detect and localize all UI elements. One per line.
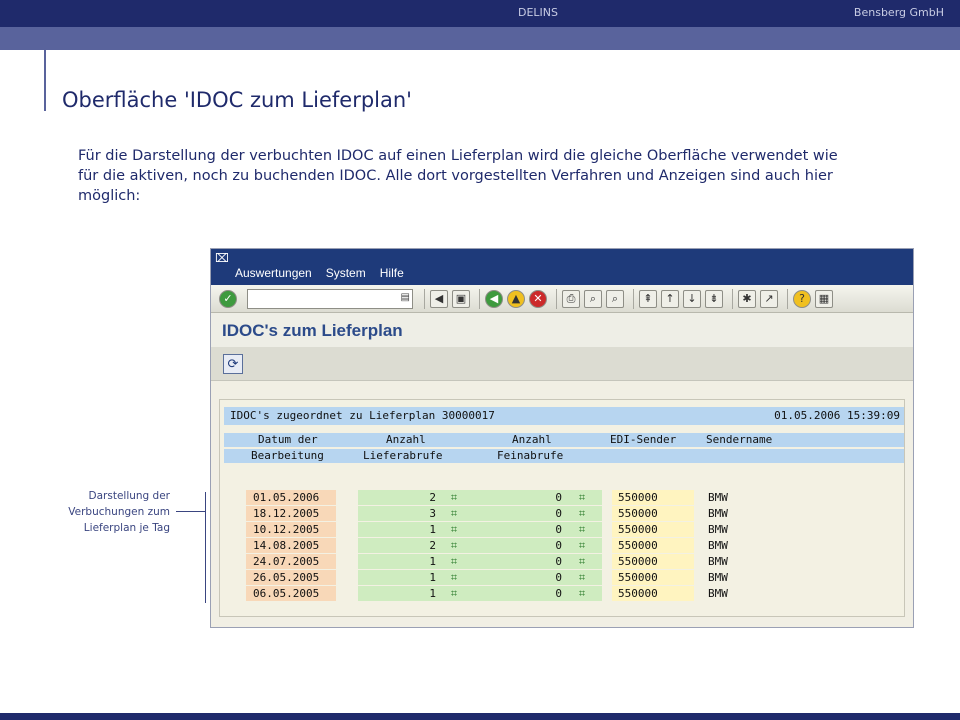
idoc-detail-icon[interactable]: ⌗ xyxy=(446,538,462,553)
command-input[interactable] xyxy=(248,292,396,311)
menu-auswertungen[interactable]: Auswertungen xyxy=(235,266,312,280)
command-field[interactable]: ▤ xyxy=(247,288,413,311)
col-edi-sender: EDI-Sender xyxy=(610,433,677,446)
row-edi-sender[interactable]: 550000 xyxy=(612,506,694,521)
find-next-icon[interactable]: ⌕ xyxy=(606,289,624,308)
note-connector xyxy=(176,511,206,512)
row-edi-sender[interactable]: 550000 xyxy=(612,538,694,553)
row-lieferabrufe[interactable]: 2 xyxy=(358,490,486,505)
row-sendername[interactable]: BMW xyxy=(708,522,768,537)
idoc-detail-icon[interactable]: ⌗ xyxy=(446,490,462,505)
side-note: Darstellung der Verbuchungen zum Lieferp… xyxy=(68,490,170,534)
menu-system[interactable]: System xyxy=(326,266,366,280)
refresh-icon[interactable]: ⟳ xyxy=(223,354,243,374)
previous-page-icon[interactable]: ↑ xyxy=(661,289,679,308)
row-edi-sender[interactable]: 550000 xyxy=(612,570,694,585)
company-name: Bensberg GmbH xyxy=(853,6,944,19)
col-anzahl-1: Anzahl xyxy=(386,433,426,446)
idoc-detail-icon[interactable]: ⌗ xyxy=(446,522,462,537)
decor-line xyxy=(44,27,46,111)
idoc-detail-icon[interactable]: ⌗ xyxy=(574,506,590,521)
exit-icon[interactable]: ▲ xyxy=(507,289,525,308)
col-feinabrufe: Feinabrufe xyxy=(497,449,564,462)
row-lieferabrufe[interactable]: 2 xyxy=(358,538,486,553)
row-date[interactable]: 10.12.2005 xyxy=(246,522,336,537)
header-label: DELINS xyxy=(517,6,558,19)
system-menu-icon[interactable]: ⌧ xyxy=(215,251,229,265)
row-lieferabrufe[interactable]: 1 xyxy=(358,554,486,569)
idoc-list: IDOC's zugeordnet zu Lieferplan 30000017… xyxy=(219,399,905,617)
idoc-detail-icon[interactable]: ⌗ xyxy=(446,570,462,585)
col-datum: Datum der xyxy=(258,433,318,446)
cancel-icon[interactable]: ✕ xyxy=(529,289,547,308)
column-header-row-2 xyxy=(224,449,904,463)
row-sendername[interactable]: BMW xyxy=(708,538,768,553)
row-lieferabrufe[interactable]: 1 xyxy=(358,522,486,537)
first-page-icon[interactable]: ⇞ xyxy=(639,289,657,308)
row-edi-sender[interactable]: 550000 xyxy=(612,554,694,569)
col-lieferabrufe: Lieferabrufe xyxy=(363,449,443,462)
save-icon[interactable]: ▣ xyxy=(452,289,470,308)
row-date[interactable]: 06.05.2005 xyxy=(246,586,336,601)
shortcut-icon[interactable]: ↗ xyxy=(760,289,778,308)
screen-title: IDOC's zum Lieferplan xyxy=(222,321,403,340)
sap-menu: Auswertungen System Hilfe xyxy=(235,266,404,280)
note-bracket xyxy=(205,492,206,603)
next-page-icon[interactable]: ↓ xyxy=(683,289,701,308)
idoc-detail-icon[interactable]: ⌗ xyxy=(574,586,590,601)
column-header-row-1 xyxy=(224,433,904,447)
bottom-bar xyxy=(0,713,960,720)
enter-check-icon[interactable]: ✓ xyxy=(219,289,237,308)
new-session-icon[interactable]: ✱ xyxy=(738,289,756,308)
list-header: IDOC's zugeordnet zu Lieferplan 30000017… xyxy=(224,407,904,425)
col-anzahl-2: Anzahl xyxy=(512,433,552,446)
slide-title: Oberfläche 'IDOC zum Lieferplan' xyxy=(62,88,412,112)
list-header-timestamp: 01.05.2006 15:39:09 xyxy=(774,409,900,422)
row-date[interactable]: 18.12.2005 xyxy=(246,506,336,521)
idoc-detail-icon[interactable]: ⌗ xyxy=(574,570,590,585)
sap-window: ⌧ Auswertungen System Hilfe ✓ ▤ ◀ ▣ ◀ ▲ … xyxy=(210,248,914,628)
row-lieferabrufe[interactable]: 1 xyxy=(358,570,486,585)
row-date[interactable]: 24.07.2005 xyxy=(246,554,336,569)
row-sendername[interactable]: BMW xyxy=(708,506,768,521)
sap-toolbar: ✓ ▤ ◀ ▣ ◀ ▲ ✕ ⎙ ⌕ ⌕ ⇞ ↑ ↓ ⇟ ✱ ↗ ? ▦ xyxy=(211,285,913,313)
back-icon[interactable]: ◀ xyxy=(485,289,503,308)
command-history-icon[interactable]: ▤ xyxy=(401,292,410,303)
last-page-icon[interactable]: ⇟ xyxy=(705,289,723,308)
idoc-detail-icon[interactable]: ⌗ xyxy=(446,506,462,521)
row-edi-sender[interactable]: 550000 xyxy=(612,522,694,537)
row-sendername[interactable]: BMW xyxy=(708,570,768,585)
row-sendername[interactable]: BMW xyxy=(708,554,768,569)
idoc-detail-icon[interactable]: ⌗ xyxy=(574,554,590,569)
row-sendername[interactable]: BMW xyxy=(708,586,768,601)
idoc-detail-icon[interactable]: ⌗ xyxy=(446,554,462,569)
row-date[interactable]: 26.05.2005 xyxy=(246,570,336,585)
help-icon[interactable]: ? xyxy=(793,289,811,308)
layout-icon[interactable]: ▦ xyxy=(815,289,833,308)
row-lieferabrufe[interactable]: 3 xyxy=(358,506,486,521)
top-sub-bar xyxy=(0,27,960,50)
find-icon[interactable]: ⌕ xyxy=(584,289,602,308)
list-header-title: IDOC's zugeordnet zu Lieferplan 30000017 xyxy=(230,409,495,422)
back-arrow-icon[interactable]: ◀ xyxy=(430,289,448,308)
row-sendername[interactable]: BMW xyxy=(708,490,768,505)
col-bearbeitung: Bearbeitung xyxy=(251,449,324,462)
row-date[interactable]: 14.08.2005 xyxy=(246,538,336,553)
idoc-detail-icon[interactable]: ⌗ xyxy=(574,522,590,537)
idoc-detail-icon[interactable]: ⌗ xyxy=(574,538,590,553)
row-lieferabrufe[interactable]: 1 xyxy=(358,586,486,601)
row-edi-sender[interactable]: 550000 xyxy=(612,586,694,601)
col-sendername: Sendername xyxy=(706,433,773,446)
intro-text: Für die Darstellung der verbuchten IDOC … xyxy=(78,148,838,204)
row-date[interactable]: 01.05.2006 xyxy=(246,490,336,505)
sap-menubar: ⌧ Auswertungen System Hilfe xyxy=(211,249,913,285)
menu-hilfe[interactable]: Hilfe xyxy=(380,266,404,280)
application-toolbar: ⟳ xyxy=(211,347,913,381)
idoc-detail-icon[interactable]: ⌗ xyxy=(446,586,462,601)
row-edi-sender[interactable]: 550000 xyxy=(612,490,694,505)
sap-titlebar: IDOC's zum Lieferplan xyxy=(211,313,913,347)
idoc-detail-icon[interactable]: ⌗ xyxy=(574,490,590,505)
print-icon[interactable]: ⎙ xyxy=(562,289,580,308)
top-bar: DELINS Bensberg GmbH xyxy=(0,0,960,27)
